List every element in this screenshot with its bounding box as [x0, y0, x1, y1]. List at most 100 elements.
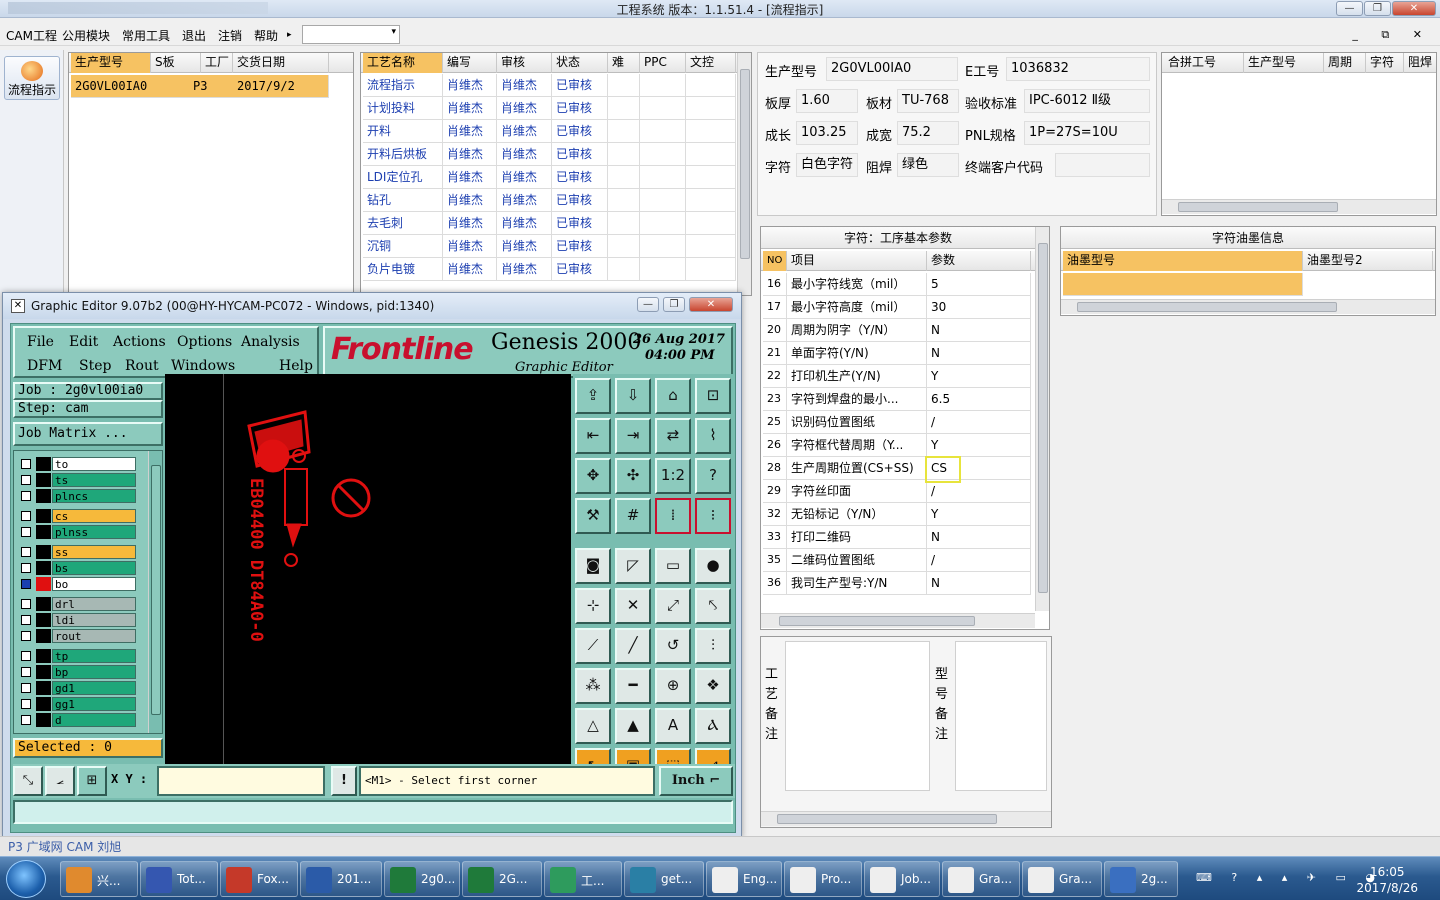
graphic-canvas[interactable]: EB04400 DT84A0-0 [165, 374, 571, 766]
taskbar-item[interactable]: Gra... [942, 861, 1020, 897]
ge-menu-rout[interactable]: Rout [125, 358, 159, 374]
taskbar-item[interactable]: 201... [300, 861, 382, 897]
minus-icon[interactable]: ━ [615, 668, 651, 704]
target-icon[interactable]: ● [695, 548, 731, 584]
toolbar-combo[interactable] [302, 25, 400, 44]
layer-checkbox[interactable] [21, 651, 31, 661]
layer-checkbox[interactable] [21, 683, 31, 693]
close-button[interactable]: ✕ [1392, 1, 1436, 16]
clock[interactable]: 16:05 2017/8/26 [1356, 864, 1418, 896]
ge-menu-file[interactable]: File [27, 334, 54, 350]
export-icon[interactable]: ⇥ [615, 418, 651, 454]
col-doc-control[interactable]: 文控 [686, 53, 736, 73]
taskbar-item[interactable]: Tot... [140, 861, 218, 897]
ge-menu-dfm[interactable]: DFM [27, 358, 62, 374]
layer-checkbox[interactable] [21, 491, 31, 501]
model-note-field[interactable] [955, 641, 1047, 791]
col-merge-model[interactable]: 生产型号 [1244, 53, 1324, 73]
params-vscroll[interactable] [1035, 227, 1049, 611]
layer-bp[interactable]: bp [18, 665, 136, 679]
ge-menu-help[interactable]: Help [279, 358, 313, 374]
minimize-button[interactable]: — [1336, 1, 1363, 16]
units-button[interactable]: Inch ⌐ [659, 766, 733, 796]
layer-cs[interactable]: cs [18, 509, 136, 523]
menu-exit[interactable]: 退出 [182, 27, 206, 44]
polygon-icon[interactable]: ◸ [615, 548, 651, 584]
ratio-icon[interactable]: 1:2 [655, 458, 691, 494]
standard-field[interactable]: IPC-6012 Ⅱ级 [1024, 89, 1150, 113]
col-delivery-date[interactable]: 交货日期 [233, 53, 329, 73]
zoom-window-icon[interactable]: ⤡ [13, 766, 43, 796]
snap-icon[interactable]: ⌇ [695, 418, 731, 454]
mdi-controls[interactable]: _ ⧉ ✕ [1352, 28, 1432, 42]
col-factory[interactable]: 工厂 [201, 53, 233, 73]
layer-plncs[interactable]: plncs [18, 489, 136, 503]
ge-menu-analysis[interactable]: Analysis [241, 334, 300, 350]
taskbar-item[interactable]: Gra... [1022, 861, 1102, 897]
measure-icon[interactable]: ⦟ [45, 766, 75, 796]
col-prod-model[interactable]: 生产型号 [71, 53, 151, 73]
layer-rout[interactable]: rout [18, 629, 136, 643]
col-param[interactable]: 参数 [927, 251, 1031, 271]
home-icon[interactable]: ⌂ [655, 378, 691, 414]
menu-common-module[interactable]: 公用模块 [62, 27, 110, 44]
layer-tp[interactable]: tp [18, 649, 136, 663]
length-field[interactable]: 103.25 [796, 121, 858, 145]
ge-menu-edit[interactable]: Edit [69, 334, 98, 350]
layer-to[interactable]: to [18, 457, 136, 471]
material-field[interactable]: TU-768 [897, 89, 959, 113]
customer-code-field[interactable] [1055, 153, 1150, 177]
col-merge-mask[interactable]: 阻焊 [1404, 53, 1436, 73]
width-field[interactable]: 75.2 [897, 121, 959, 145]
taskbar-item[interactable]: 兴... [60, 861, 138, 897]
menu-common-tools[interactable]: 常用工具 [122, 27, 170, 44]
grid-icon[interactable]: ⊞ [77, 766, 107, 796]
char-field[interactable]: 白色字符 [796, 153, 858, 177]
notes-hscroll[interactable] [761, 811, 1051, 826]
ge-maximize-button[interactable]: ❐ [663, 297, 685, 312]
col-status[interactable]: 状态 [552, 53, 608, 73]
ge-minimize-button[interactable]: — [637, 297, 659, 312]
taskbar-item[interactable]: 2g0... [384, 861, 460, 897]
job-matrix-button[interactable]: Job Matrix ... [13, 422, 163, 446]
layer-checkbox[interactable] [21, 579, 31, 589]
start-button[interactable] [6, 860, 46, 898]
layer-checkbox[interactable] [21, 563, 31, 573]
layer-checkbox[interactable] [21, 547, 31, 557]
process-note-field[interactable] [785, 641, 930, 791]
ge-menu-actions[interactable]: Actions [113, 334, 166, 350]
ge-menu-windows[interactable]: Windows [171, 358, 235, 374]
layer-bs[interactable]: bs [18, 561, 136, 575]
triangle-icon[interactable]: △ [575, 708, 611, 744]
layer-bo[interactable]: bo [18, 577, 136, 591]
ge-close-button[interactable]: ✕ [689, 297, 733, 312]
layer-gd1[interactable]: gd1 [18, 681, 136, 695]
center-icon[interactable]: ✥ [575, 458, 611, 494]
e-number-field[interactable]: 1036832 [1006, 57, 1150, 81]
rotate-icon[interactable]: ↺ [655, 628, 691, 664]
process-grid-scrollbar[interactable] [737, 53, 751, 295]
help-icon[interactable]: ? [695, 458, 731, 494]
layer-checkbox[interactable] [21, 527, 31, 537]
drill-red2-icon[interactable]: ⁝ [695, 498, 731, 534]
ge-command-line[interactable] [13, 800, 733, 824]
layer-checkbox[interactable] [21, 615, 31, 625]
a-shape-icon[interactable]: Α [655, 708, 691, 744]
download-icon[interactable]: ⇩ [615, 378, 651, 414]
ruler-icon[interactable]: ▭ [655, 548, 691, 584]
col-process-name[interactable]: 工艺名称 [363, 53, 443, 73]
col-difficulty[interactable]: 难 [608, 53, 640, 73]
camera-icon[interactable]: ◙ [575, 548, 611, 584]
import-icon[interactable]: ⇤ [575, 418, 611, 454]
layer-checkbox[interactable] [21, 667, 31, 677]
col-ink-model[interactable]: 油墨型号 [1063, 251, 1303, 271]
connect2-icon[interactable]: ⤣ [695, 588, 731, 624]
ink-row[interactable] [1063, 273, 1303, 296]
layer-checkbox[interactable] [21, 459, 31, 469]
col-author[interactable]: 编写 [443, 53, 497, 73]
flow-instruction-button[interactable]: 流程指示 [4, 56, 60, 100]
drill-red-icon[interactable]: ⁞ [655, 498, 691, 534]
alert-icon[interactable]: ! [331, 766, 357, 796]
connect-icon[interactable]: ⤢ [655, 588, 691, 624]
scatter-icon[interactable]: ⁂ [575, 668, 611, 704]
